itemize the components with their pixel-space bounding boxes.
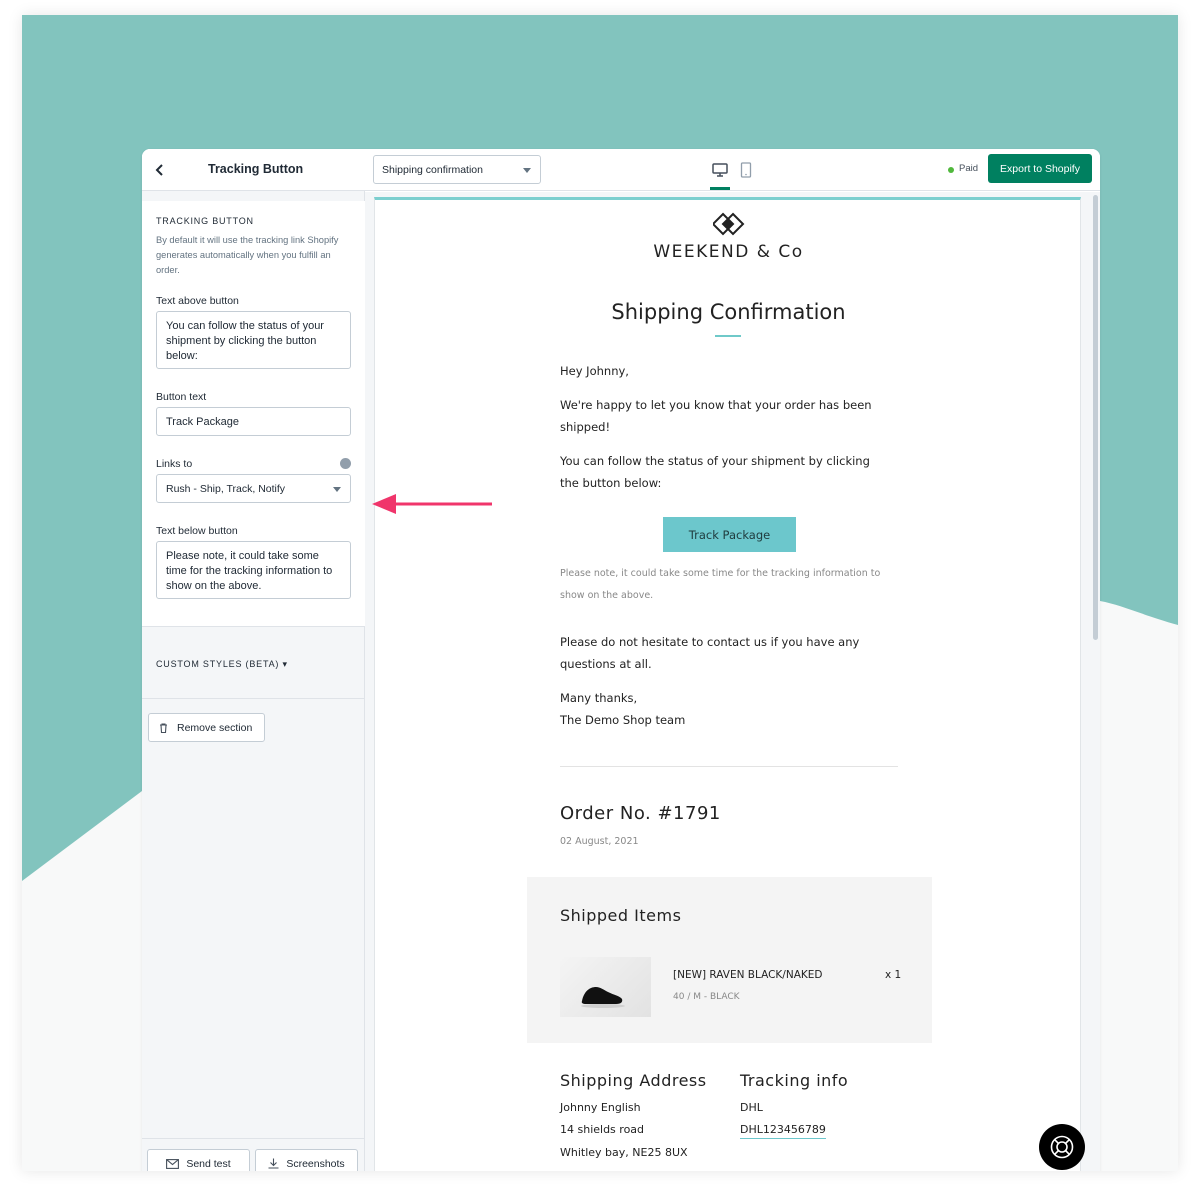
section-description: By default it will use the tracking link… xyxy=(156,235,339,275)
email-greeting: Hey Johnny, xyxy=(560,364,629,378)
help-icon[interactable] xyxy=(340,458,351,469)
status-text: Paid xyxy=(959,163,979,174)
mobile-view-icon[interactable] xyxy=(739,161,753,179)
editor-window: Tracking Button TRACKING BUTTON By defau… xyxy=(142,149,1100,1171)
email-contact: Please do not hesitate to contact us if … xyxy=(560,635,860,671)
order-number: Order No. #1791 xyxy=(560,803,721,824)
chevron-down-icon xyxy=(523,168,531,173)
desktop-view-icon[interactable] xyxy=(711,161,729,179)
email-note: Please note, it could take some time for… xyxy=(560,568,881,601)
shipped-items-title: Shipped Items xyxy=(560,906,682,925)
screenshots-label: Screenshots xyxy=(286,1157,345,1170)
tracking-info-title: Tracking info xyxy=(740,1071,849,1090)
preview-toolbar: Shipping confirmation Paid Export to Sho… xyxy=(365,149,1100,191)
remove-section-button[interactable]: Remove section xyxy=(148,713,265,742)
sneaker-image xyxy=(581,987,625,1008)
shipping-address-title: Shipping Address xyxy=(560,1071,707,1090)
template-select[interactable]: Shipping confirmation xyxy=(373,155,541,184)
button-text-input[interactable]: Track Package xyxy=(156,407,351,436)
help-lifebuoy-icon xyxy=(1050,1135,1074,1159)
email-preview: WEEKEND & Co Shipping Confirmation Hey J… xyxy=(374,197,1081,1171)
template-select-value: Shipping confirmation xyxy=(382,164,483,176)
status-dot xyxy=(948,167,954,173)
links-to-label: Links to xyxy=(156,458,193,470)
divider xyxy=(142,698,365,699)
product-image xyxy=(560,957,651,1017)
sidebar-header: Tracking Button xyxy=(142,149,365,191)
chevron-down-icon xyxy=(333,487,341,492)
item-variant: 40 / M - BLACK xyxy=(673,992,740,1002)
item-quantity: x 1 xyxy=(885,969,902,981)
links-to-select[interactable]: Rush - Ship, Track, Notify xyxy=(156,474,351,503)
send-test-button[interactable]: Send test xyxy=(147,1149,250,1171)
scrollbar-thumb[interactable] xyxy=(1093,195,1098,640)
download-icon xyxy=(268,1158,279,1169)
help-button[interactable] xyxy=(1039,1124,1085,1170)
tracking-button-settings: TRACKING BUTTON By default it will use t… xyxy=(142,201,365,627)
tracking-number-link[interactable]: DHL123456789 xyxy=(740,1123,826,1139)
screenshots-button[interactable]: Screenshots xyxy=(255,1149,358,1171)
page-background: Tracking Button TRACKING BUTTON By defau… xyxy=(22,15,1178,1171)
custom-styles-toggle[interactable]: CUSTOM STYLES (BETA) ▾ xyxy=(156,659,288,670)
active-view-indicator xyxy=(710,187,730,190)
sidebar-title: Tracking Button xyxy=(208,162,304,176)
mail-icon xyxy=(166,1158,180,1169)
email-intro: We're happy to let you know that your or… xyxy=(560,398,872,434)
carrier-name: DHL xyxy=(740,1101,763,1114)
links-to-value: Rush - Ship, Track, Notify xyxy=(166,483,286,495)
button-text-label: Button text xyxy=(156,391,207,403)
address-line: Whitley bay, NE25 8UX xyxy=(560,1146,688,1159)
text-above-label: Text above button xyxy=(156,295,239,307)
email-heading: Shipping Confirmation xyxy=(611,300,846,324)
back-chevron-icon xyxy=(155,164,163,176)
footer-divider xyxy=(142,1138,365,1139)
section-title: TRACKING BUTTON xyxy=(156,216,254,226)
email-signoff: The Demo Shop team xyxy=(560,713,686,727)
annotation-arrow xyxy=(372,494,492,514)
text-below-input[interactable]: Please note, it could take some time for… xyxy=(156,541,351,599)
email-tracking-text: You can follow the status of your shipme… xyxy=(560,454,870,490)
brand-logo-icon xyxy=(375,212,1080,238)
heading-accent-line xyxy=(715,335,741,337)
export-to-shopify-button[interactable]: Export to Shopify xyxy=(988,154,1092,183)
send-test-label: Send test xyxy=(186,1157,231,1170)
sidebar: Tracking Button TRACKING BUTTON By defau… xyxy=(142,149,365,1171)
address-line: 14 shields road xyxy=(560,1123,645,1136)
text-above-input[interactable]: You can follow the status of your shipme… xyxy=(156,311,351,369)
remove-section-label: Remove section xyxy=(177,721,253,734)
address-line: Johnny English xyxy=(560,1101,641,1114)
email-thanks: Many thanks, xyxy=(560,691,638,705)
brand-name: WEEKEND & Co xyxy=(653,242,804,262)
trash-icon xyxy=(160,722,167,733)
item-name: [NEW] RAVEN BLACK/NAKED xyxy=(673,969,823,981)
order-date: 02 August, 2021 xyxy=(560,836,639,847)
shipped-items-box: Shipped Items [NEW] RAVEN BLACK/NAKED 40… xyxy=(527,877,932,1043)
email-divider xyxy=(560,766,898,767)
text-below-label: Text below button xyxy=(156,525,238,537)
back-button[interactable] xyxy=(150,160,170,180)
track-package-button[interactable]: Track Package xyxy=(663,517,796,552)
